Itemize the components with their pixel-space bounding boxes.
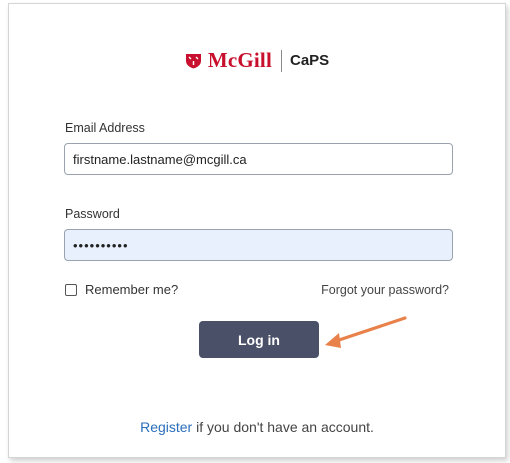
- login-button[interactable]: Log in: [199, 321, 319, 358]
- register-prompt: Register if you don't have an account.: [9, 419, 505, 435]
- logo-divider: [281, 49, 282, 72]
- login-panel: McGill CaPS Email Address Password Remem…: [8, 3, 506, 458]
- logo-header: McGill CaPS: [9, 48, 505, 73]
- register-link[interactable]: Register: [140, 419, 192, 435]
- brand-name: McGill: [207, 48, 272, 72]
- password-field[interactable]: [64, 229, 453, 261]
- mcgill-shield-icon: [185, 53, 201, 68]
- remember-me[interactable]: Remember me?: [65, 282, 178, 297]
- password-label: Password: [65, 207, 120, 221]
- forgot-password-link[interactable]: Forgot your password?: [321, 283, 449, 297]
- email-field[interactable]: [64, 143, 453, 175]
- email-label: Email Address: [65, 121, 145, 135]
- remember-me-checkbox[interactable]: [65, 283, 77, 296]
- pointer-arrow-icon: [325, 316, 407, 348]
- remember-me-label: Remember me?: [85, 282, 179, 297]
- product-name: CaPS: [290, 52, 330, 69]
- register-text: if you don't have an account.: [192, 419, 374, 435]
